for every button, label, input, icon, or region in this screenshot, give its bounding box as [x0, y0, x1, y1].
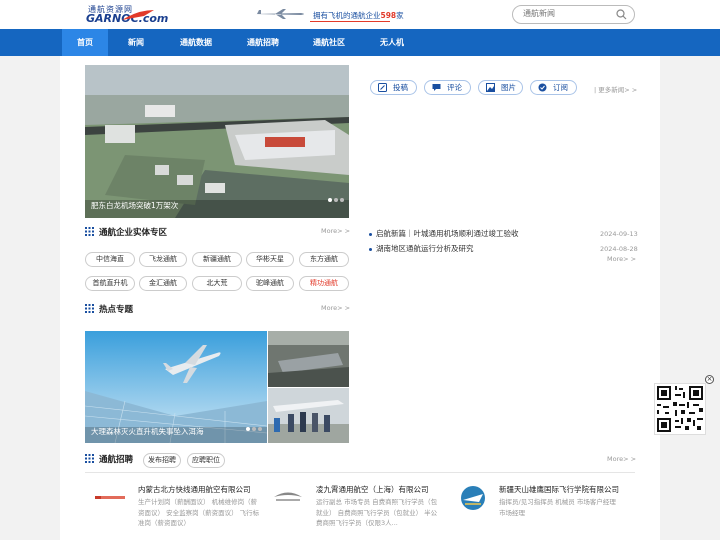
enterprise-tag[interactable]: 华彬天星	[246, 252, 294, 267]
main-nav: 首页 新闻 通航数据 通航招聘 通航社区 无人机	[0, 29, 720, 56]
apply-job-button[interactable]: 应聘职位	[187, 453, 225, 468]
enterprise-tag[interactable]: 东方通航	[299, 252, 349, 267]
slogan-text: 拥有飞机的通航企业598家	[313, 11, 404, 20]
nav-data[interactable]: 通航数据	[170, 29, 222, 56]
enterprise-tag[interactable]: 首航直升机	[85, 276, 135, 291]
grid-icon	[85, 304, 94, 313]
airplane-icon	[255, 9, 304, 19]
enterprise-tag[interactable]: 驼峰通航	[246, 276, 294, 291]
company-name: 新疆天山雄鹰国际飞行学院有限公司	[499, 485, 619, 494]
submit-article-label: 投稿	[393, 83, 408, 92]
news-more-link[interactable]: More> >	[607, 255, 636, 263]
post-job-button[interactable]: 发布招聘	[143, 453, 181, 468]
grid-icon	[85, 454, 94, 463]
nav-recruit[interactable]: 通航招聘	[237, 29, 289, 56]
images-button[interactable]: 图片	[478, 80, 523, 95]
enterprise-more-link[interactable]: More> >	[321, 227, 350, 235]
company-logo	[274, 492, 302, 501]
close-icon[interactable]: ×	[705, 375, 714, 384]
qr-code	[654, 383, 706, 435]
logo-swoosh-icon	[122, 10, 154, 20]
jobs-more-link[interactable]: More> >	[607, 455, 636, 463]
hero-image	[85, 65, 349, 218]
slide-dot[interactable]	[334, 198, 338, 202]
search-input[interactable]	[523, 9, 613, 18]
slogan-banner: 拥有飞机的通航企业598家	[255, 6, 404, 22]
nav-community[interactable]: 通航社区	[303, 29, 355, 56]
jobs-title-text: 通航招聘	[99, 455, 134, 465]
bullet-icon	[369, 247, 372, 251]
hero-caption: 肥东白龙机场突破1万架次	[91, 201, 179, 210]
subscribe-label: 订阅	[553, 83, 568, 92]
slide-dots	[244, 416, 262, 435]
enterprise-tag-highlight[interactable]: 精功通航	[299, 276, 349, 291]
comment-icon	[432, 84, 441, 91]
hot-thumb-image	[268, 388, 349, 443]
images-label: 图片	[501, 83, 516, 92]
enterprise-tag[interactable]: 金汇通航	[139, 276, 187, 291]
enterprise-section-title: 通航企业实体专区	[85, 226, 167, 238]
job-card[interactable]: 凌九霄通用航空（上海）有限公司 运行副总 市场专员 自费商照飞行学员（包就业） …	[268, 484, 443, 536]
image-icon	[486, 83, 495, 92]
enterprise-title-text: 通航企业实体专区	[99, 228, 168, 238]
jobs-divider	[85, 472, 635, 473]
company-logo	[461, 486, 485, 510]
news-title: 湖南地区通航运行分析及研究	[376, 244, 474, 253]
subscribe-button[interactable]: 订阅	[530, 80, 577, 95]
hot-thumb-1[interactable]	[268, 331, 349, 387]
news-item[interactable]: 湖南地区通航运行分析及研究	[369, 243, 474, 254]
job-positions: 生产计划岗（薪酬面议） 机械维修岗（薪资面议） 安全监察岗（薪资面议） 飞行标准…	[138, 498, 260, 527]
company-logo	[95, 496, 125, 499]
search-icon[interactable]	[616, 9, 627, 20]
hot-title-text: 热点专题	[99, 305, 134, 315]
subscribe-icon	[538, 83, 547, 92]
slide-dot[interactable]	[252, 427, 256, 431]
jobs-section-title: 通航招聘	[85, 453, 133, 465]
company-name: 内蒙古北方快线通用航空有限公司	[138, 485, 251, 494]
enterprise-tag[interactable]: 中信海直	[85, 252, 135, 267]
slide-dot[interactable]	[328, 198, 332, 202]
slogan-underline	[310, 21, 390, 22]
search-box[interactable]	[512, 5, 635, 24]
grid-icon	[85, 227, 94, 236]
enterprise-tag[interactable]: 北大荒	[192, 276, 242, 291]
news-date: 2024-08-28	[600, 245, 638, 253]
enterprise-tag[interactable]: 新疆通航	[192, 252, 242, 267]
enterprise-tag[interactable]: 飞龙通航	[139, 252, 187, 267]
slide-dots	[326, 187, 344, 206]
news-title: 启航新篇｜叶城通用机场顺利通过竣工验收	[376, 229, 519, 238]
qr-code-icon	[655, 384, 705, 434]
hot-thumb-image	[268, 331, 349, 387]
bullet-icon	[369, 232, 372, 236]
hot-section-title: 热点专题	[85, 303, 133, 315]
hot-thumb-2[interactable]	[268, 388, 349, 443]
slide-dot[interactable]	[340, 198, 344, 202]
company-name: 凌九霄通用航空（上海）有限公司	[316, 485, 429, 494]
hot-caption: 大理森林灭火直升机失事坠入洱海	[91, 427, 204, 436]
more-news-link[interactable]: | 更多新闻> >	[594, 84, 637, 94]
slide-dot[interactable]	[258, 427, 262, 431]
hot-more-link[interactable]: More> >	[321, 304, 350, 312]
site-logo[interactable]: 通航资源网 GARNOC.com	[86, 4, 168, 26]
top-header: 通航资源网 GARNOC.com 拥有飞机的通航企业598家	[0, 0, 720, 29]
comment-label: 评论	[447, 83, 462, 92]
slide-dot[interactable]	[246, 427, 250, 431]
comment-button[interactable]: 评论	[424, 80, 471, 95]
hero-slideshow[interactable]: 肥东白龙机场突破1万架次	[85, 65, 349, 218]
nav-drone[interactable]: 无人机	[370, 29, 414, 56]
job-card[interactable]: 内蒙古北方快线通用航空有限公司 生产计划岗（薪酬面议） 机械维修岗（薪资面议） …	[90, 484, 265, 536]
nav-home[interactable]: 首页	[62, 29, 108, 56]
nav-news[interactable]: 新闻	[116, 29, 156, 56]
job-positions: 指挥员/见习指挥员 机械员 市场客户经理 市场经理	[499, 498, 616, 517]
news-item[interactable]: 启航新篇｜叶城通用机场顺利通过竣工验收	[369, 228, 519, 239]
hot-feature-slide[interactable]: 大理森林灭火直升机失事坠入洱海	[85, 331, 267, 443]
news-date: 2024-09-13	[600, 230, 638, 238]
edit-icon	[378, 83, 387, 92]
job-positions: 运行副总 市场专员 自费商照飞行学员（包就业） 自费商照飞行学员（包就业） 半公…	[316, 498, 438, 527]
submit-article-button[interactable]: 投稿	[370, 80, 417, 95]
job-card[interactable]: 新疆天山雄鹰国际飞行学院有限公司 指挥员/见习指挥员 机械员 市场客户经理 市场…	[451, 484, 626, 536]
